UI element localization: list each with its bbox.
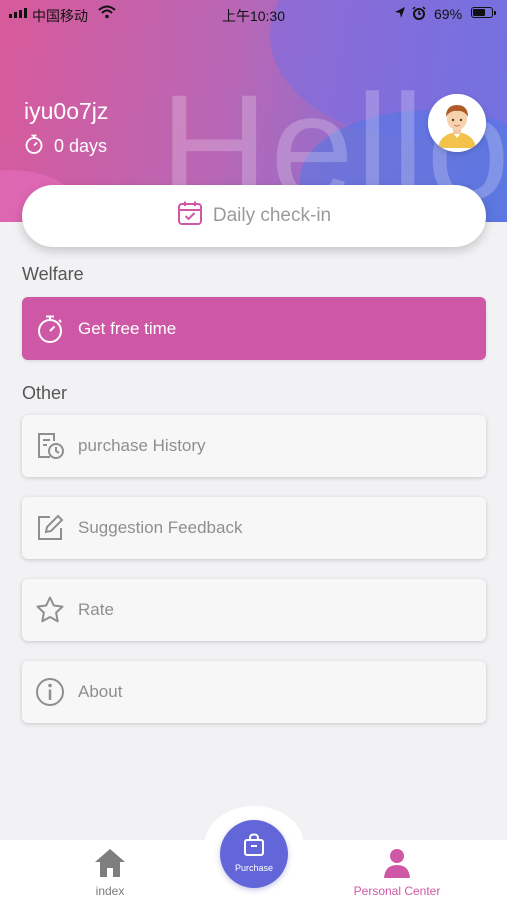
timer-icon — [24, 134, 44, 159]
shopping-bag-icon — [220, 833, 288, 859]
location-icon — [394, 6, 406, 23]
daily-checkin-button[interactable]: Daily check-in — [22, 185, 486, 247]
about-label: About — [78, 682, 123, 701]
username: iyu0o7jz — [24, 98, 109, 124]
tab-personal-center-label: Personal Center — [353, 884, 441, 898]
rate-button[interactable]: Rate — [22, 579, 486, 641]
daily-checkin-label: Daily check-in — [212, 205, 332, 226]
tab-index-label: index — [95, 884, 125, 898]
purchase-label: Purchase — [234, 863, 274, 873]
person-icon — [327, 846, 467, 880]
get-free-time-button[interactable]: Get free time — [22, 297, 486, 360]
clock-time: 上午10:30 — [221, 8, 286, 24]
about-button[interactable]: About — [22, 661, 486, 723]
avatar[interactable] — [428, 94, 486, 152]
welfare-section-title: Welfare — [22, 264, 84, 284]
history-document-icon — [34, 430, 66, 462]
days-count: 0 days — [54, 136, 108, 156]
status-bar: 中国移动 上午10:30 69% — [0, 0, 507, 28]
battery-icon — [471, 7, 496, 18]
purchase-history-label: purchase History — [78, 436, 206, 455]
battery-level — [473, 9, 486, 16]
suggestion-feedback-button[interactable]: Suggestion Feedback — [22, 497, 486, 559]
tab-index[interactable]: index — [40, 846, 180, 898]
purchase-button[interactable]: Purchase — [220, 820, 288, 888]
rate-label: Rate — [78, 600, 114, 619]
info-icon — [34, 676, 66, 708]
edit-icon — [34, 512, 66, 544]
user-avatar-icon — [428, 94, 486, 152]
get-free-time-label: Get free time — [78, 318, 177, 338]
star-icon — [34, 594, 66, 626]
tab-personal-center[interactable]: Personal Center — [327, 846, 467, 898]
purchase-history-button[interactable]: purchase History — [22, 415, 486, 477]
calendar-check-icon — [177, 200, 203, 232]
other-section-title: Other — [22, 383, 68, 403]
battery-percentage: 69% — [434, 6, 463, 22]
membership-days: 0 days — [24, 134, 107, 159]
home-icon — [40, 846, 180, 880]
stopwatch-icon — [34, 313, 66, 345]
suggestion-feedback-label: Suggestion Feedback — [78, 518, 243, 537]
alarm-icon — [412, 6, 426, 23]
